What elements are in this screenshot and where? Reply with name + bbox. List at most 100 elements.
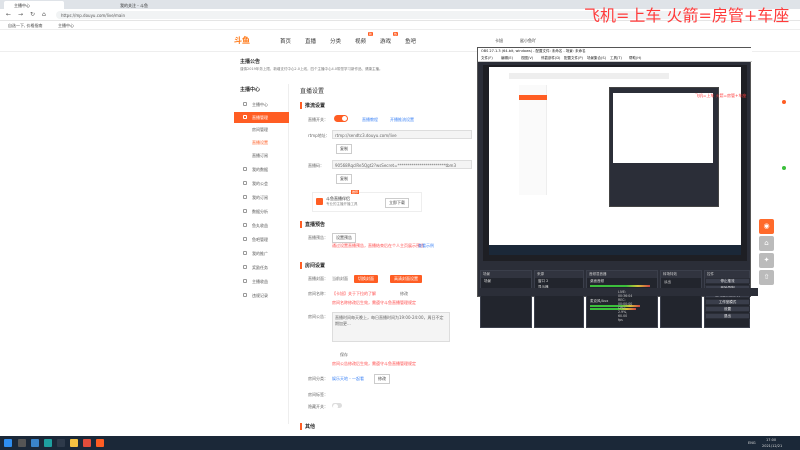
- obs-menu-docks[interactable]: 停靠部件(D): [541, 56, 560, 61]
- set-preview-button[interactable]: 设置预告: [332, 233, 356, 243]
- sidebar-item-my-data[interactable]: 我的数据: [234, 164, 289, 175]
- obs-dock-sources: 来源 窗口 2 显示器 显示器采集: [534, 270, 584, 328]
- obs-menu-scenes[interactable]: 场景集合(S): [587, 56, 606, 61]
- audio-meter: [590, 285, 650, 287]
- hd-cover-button[interactable]: 高清封面设置: [390, 275, 422, 283]
- megaphone-icon: [243, 251, 247, 255]
- room-name-value[interactable]: 【卡旭】关于下拉的了解: [332, 291, 376, 297]
- nav-category[interactable]: 分类: [330, 37, 341, 45]
- copy-code-button[interactable]: 复制: [336, 174, 352, 184]
- push-settings-link[interactable]: 开播推流设置: [390, 117, 414, 123]
- obs-menu-file[interactable]: 文件(F): [481, 56, 493, 61]
- source-item[interactable]: 窗口 2: [538, 279, 548, 284]
- preview-example-link[interactable]: 查看示例: [418, 243, 434, 249]
- dock-header: 场景: [481, 271, 531, 278]
- sidebar-item-subscribe[interactable]: 我的订阅: [234, 192, 289, 203]
- save-notice-button[interactable]: 保存: [340, 352, 348, 358]
- download-button[interactable]: 立即下载: [385, 198, 409, 208]
- sidebar-item-fishball[interactable]: 鱼丸收益: [234, 220, 289, 231]
- app-subtitle: 专业的主播开播工具: [326, 202, 358, 206]
- rtmp-field[interactable]: rtmp://sendtc3.douyu.com/live: [332, 130, 472, 139]
- obs-menu-view[interactable]: 视图(V): [521, 56, 533, 61]
- chrome-icon[interactable]: [83, 439, 91, 447]
- scene-item[interactable]: 场景: [484, 279, 491, 284]
- browser-tab-2[interactable]: 我的关注 - 斗鱼: [110, 1, 170, 9]
- sidebar-item-guild[interactable]: 我的公会: [234, 178, 289, 189]
- hide-switch-label: 隐藏开关：: [308, 404, 328, 409]
- code-field[interactable]: 90568RqcIRe5Qgt2?wsSecret=**************…: [332, 160, 472, 169]
- stop-stream-button[interactable]: 停止推流: [705, 278, 750, 284]
- sidebar-item-label: 违规记录: [252, 293, 268, 298]
- room-notice-label: 房间公告：: [308, 314, 328, 319]
- nav-home[interactable]: 首页: [280, 37, 291, 45]
- cover-value: 当前封面: [332, 276, 348, 281]
- user-name[interactable]: 鲨小鱼吖: [520, 38, 536, 44]
- douyu-logo[interactable]: 斗鱼: [234, 35, 264, 47]
- sidebar-item-income[interactable]: 主播收益: [234, 276, 289, 287]
- bookmark-item[interactable]: 自选一下, 价格指南: [8, 23, 43, 29]
- sidebar-item-room-manage[interactable]: 房间管理: [234, 124, 289, 135]
- nav-game[interactable]: 游戏: [380, 37, 391, 45]
- tutorial-link[interactable]: 直播教程: [362, 117, 378, 123]
- transition-select[interactable]: 淡出: [664, 280, 671, 285]
- hide-switch-toggle[interactable]: [332, 403, 342, 409]
- edit-name-button[interactable]: 修改: [400, 291, 408, 297]
- sidebar-item-tasks[interactable]: 奖励任务: [234, 262, 289, 273]
- floating-share-icon[interactable]: ✦: [759, 253, 774, 268]
- sidebar-item-label: 鱼吧管理: [252, 237, 268, 242]
- obs-icon[interactable]: [57, 439, 65, 447]
- preview-overlay-text: 飞机=上车 火箭=房管+车座: [695, 93, 747, 98]
- user-label[interactable]: 卡旭: [495, 38, 503, 44]
- sidebar-item-analysis[interactable]: 数据分析: [234, 206, 289, 217]
- live-switch-label: 直播开关：: [308, 117, 328, 122]
- exit-button[interactable]: 退出: [705, 313, 750, 319]
- sidebar-item-label: 我的数据: [252, 167, 268, 172]
- bookmark-item[interactable]: 主播中心: [58, 23, 74, 29]
- sidebar-item-live-manage[interactable]: 直播管理: [234, 112, 289, 123]
- sidebar-item-live-subscribe[interactable]: 直播订阅: [234, 150, 289, 161]
- sidebar-item-promo[interactable]: 我的推广: [234, 248, 289, 259]
- stream-overlay-text: 飞机=上车 火箭=房管+车座: [584, 6, 790, 25]
- obs-preview[interactable]: 飞机=上车 火箭=房管+车座: [483, 65, 747, 261]
- search-icon[interactable]: [18, 439, 26, 447]
- switch-cover-button[interactable]: 切换封面: [354, 275, 378, 283]
- copy-rtmp-button[interactable]: 复制: [336, 144, 352, 154]
- nav-yuba[interactable]: 鱼吧: [405, 37, 416, 45]
- nav-live[interactable]: 直播: [305, 37, 316, 45]
- obs-menu-help[interactable]: 帮助(H): [629, 56, 641, 61]
- reload-icon[interactable]: ↻: [30, 11, 35, 18]
- room-notice-textarea[interactable]: 直播时间每天晚上，每日直播时间为19:00-24:00，周日不定期加更...: [332, 312, 450, 342]
- section-other: 其他: [300, 423, 315, 430]
- sidebar-item-anchor-center[interactable]: 主播中心: [234, 99, 289, 110]
- obs-menu-profile[interactable]: 配置文件(P): [564, 56, 583, 61]
- sidebar-item-live-settings[interactable]: 直播设置: [234, 137, 289, 148]
- studio-mode-button[interactable]: 工作室模式: [705, 299, 750, 305]
- sidebar-item-violations[interactable]: 违规记录: [234, 290, 289, 301]
- preview-label: 直播预告：: [308, 235, 328, 240]
- obs-menu-edit[interactable]: 编辑(E): [501, 56, 513, 61]
- app-icon[interactable]: [44, 439, 52, 447]
- nav-video[interactable]: 视频: [355, 37, 366, 45]
- folder-icon[interactable]: [70, 439, 78, 447]
- floating-home-icon[interactable]: ⌂: [759, 236, 774, 251]
- douyu-icon[interactable]: [96, 439, 104, 447]
- live-switch-toggle[interactable]: [334, 115, 348, 122]
- forward-icon[interactable]: →: [18, 11, 23, 18]
- home-icon[interactable]: ⌂: [42, 11, 46, 18]
- clock-time[interactable]: 17:00: [766, 438, 776, 442]
- browser-tab-1[interactable]: 主播中心: [4, 1, 64, 9]
- clock-date[interactable]: 2021/12/21: [762, 444, 782, 448]
- floating-top-icon[interactable]: ⇧: [759, 270, 774, 285]
- category-value[interactable]: 娱乐天地 - 一起看: [332, 376, 364, 382]
- coin-icon: [243, 223, 247, 227]
- back-icon[interactable]: ←: [6, 11, 11, 18]
- sidebar-header: 主播中心: [240, 87, 261, 93]
- sidebar-item-yuba[interactable]: 鱼吧管理: [234, 234, 289, 245]
- floating-play-icon[interactable]: ◉: [759, 219, 774, 234]
- obs-menu-tools[interactable]: 工具(T): [610, 56, 622, 61]
- edit-category-button[interactable]: 修改: [374, 374, 390, 384]
- settings-button[interactable]: 设置: [705, 306, 750, 312]
- start-icon[interactable]: [4, 439, 12, 447]
- taskview-icon[interactable]: [31, 439, 39, 447]
- language-indicator[interactable]: ENG: [748, 441, 756, 445]
